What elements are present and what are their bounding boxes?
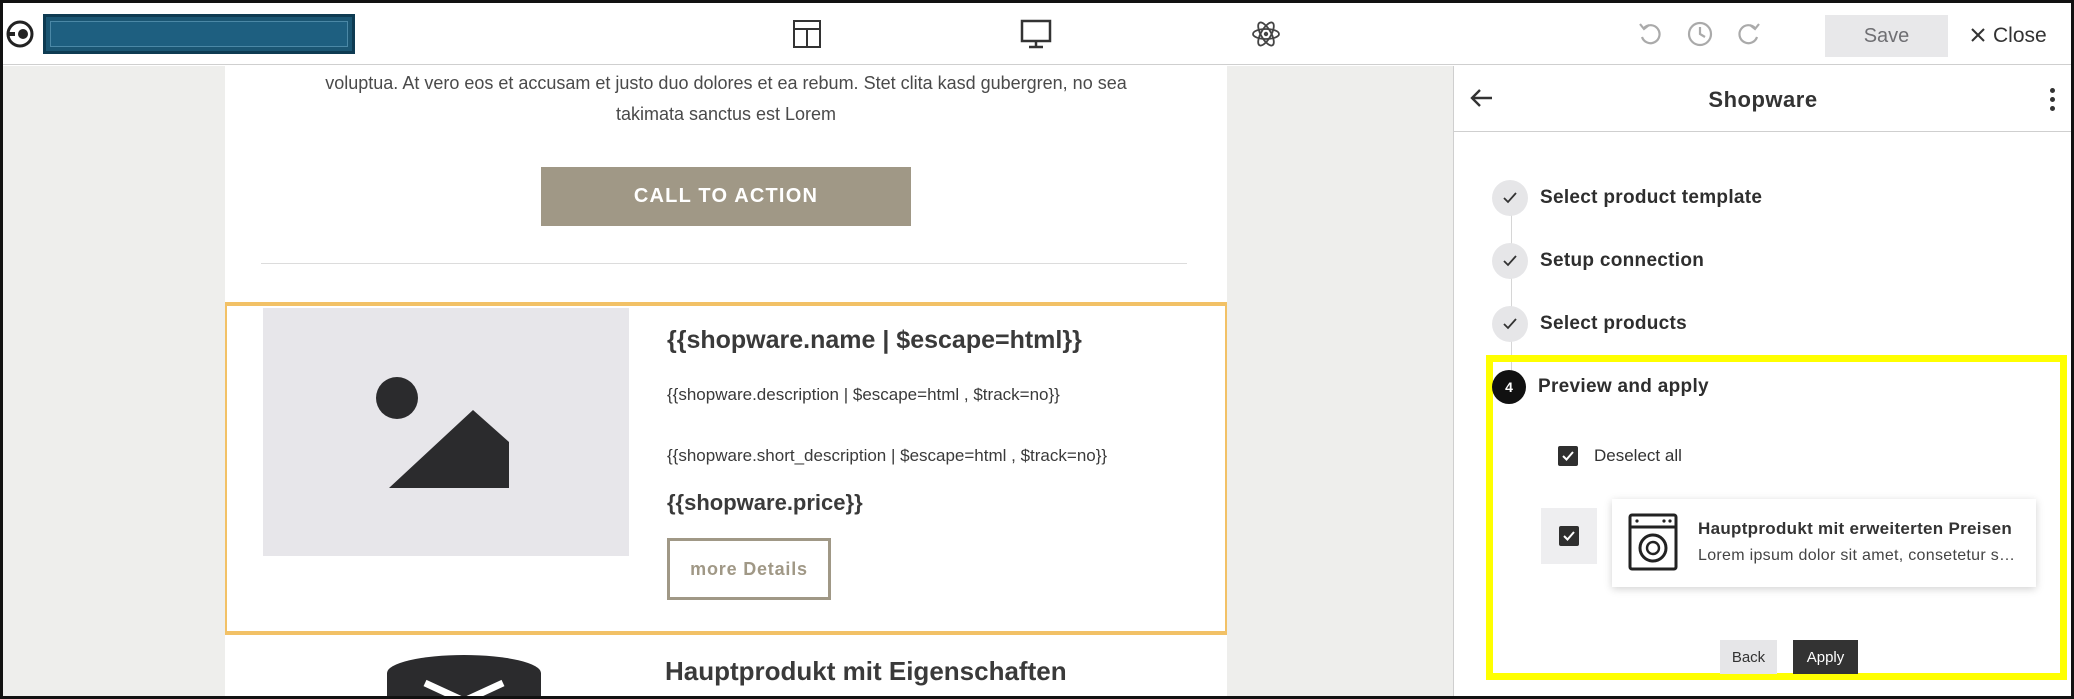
app-logo-icon	[5, 19, 35, 49]
apply-button[interactable]: Apply	[1793, 640, 1858, 674]
step-label: Select products	[1540, 313, 1688, 334]
product-description: {{shopware.description | $escape=html , …	[667, 385, 1060, 404]
intro-line-1: voluptua. At vero eos et accusam et just…	[325, 73, 1127, 93]
checkbox-checked-icon	[1558, 446, 1578, 466]
redo-icon[interactable]	[1734, 19, 1764, 49]
product-price: {{shopware.price}}	[667, 490, 863, 515]
atom-icon[interactable]	[1249, 17, 1283, 51]
save-button[interactable]: Save	[1825, 15, 1948, 57]
next-product-title: Hauptprodukt mit Eigenschaften	[665, 656, 1067, 686]
step-label: Setup connection	[1540, 250, 1705, 271]
more-options-icon[interactable]	[2042, 84, 2062, 114]
intro-line-2: takimata sanctus est Lorem	[615, 104, 837, 124]
step-label: Select product template	[1540, 187, 1763, 208]
step-setup-connection[interactable]: Setup connection	[1492, 242, 1704, 280]
close-button[interactable]: Close	[1971, 19, 2047, 53]
more-details-button[interactable]: more Details	[667, 538, 831, 600]
product-item-card[interactable]: Hauptprodukt mit erweiterten Preisen Lor…	[1612, 499, 2036, 587]
divider	[261, 263, 1187, 264]
step-select-products[interactable]: Select products	[1492, 305, 1687, 343]
product-item-checkbox[interactable]	[1541, 508, 1597, 564]
close-label: Close	[1993, 24, 2047, 47]
history-icon[interactable]	[1685, 19, 1715, 49]
step-label: Preview and apply	[1538, 376, 1709, 397]
deselect-all-label: Deselect all	[1594, 446, 1682, 465]
washing-machine-icon	[1628, 513, 1678, 571]
selected-product-block[interactable]: {{shopware.name | $escape=html}} {{shopw…	[225, 302, 1227, 635]
product-item-description: Lorem ipsum dolor sit amet, consetetur s…	[1698, 547, 2023, 564]
app-window: Save Close voluptua. At vero eos et accu…	[0, 0, 2074, 699]
call-to-action-button[interactable]: CALL TO ACTION	[541, 167, 911, 226]
checkbox-checked-icon	[1559, 526, 1579, 546]
deselect-all-checkbox[interactable]: Deselect all	[1558, 446, 1682, 466]
panel-header: Shopware	[1454, 66, 2071, 132]
top-toolbar: Save Close	[3, 3, 2071, 65]
step-number: 4	[1492, 370, 1526, 404]
undo-icon[interactable]	[1635, 19, 1665, 49]
close-icon	[1971, 24, 1985, 48]
check-icon	[1492, 243, 1528, 279]
desktop-preview-icon[interactable]	[1019, 17, 1053, 51]
shopware-panel: Shopware Select product template Setup c…	[1453, 66, 2071, 696]
layout-icon[interactable]	[790, 17, 824, 51]
panel-title: Shopware	[1708, 87, 1818, 112]
step-select-product-template[interactable]: Select product template	[1492, 179, 1762, 217]
product-item-title: Hauptprodukt mit erweiterten Preisen	[1698, 519, 2013, 538]
step-preview-and-apply[interactable]: 4 Preview and apply	[1492, 368, 1709, 406]
product-short-description: {{shopware.short_description | $escape=h…	[667, 446, 1108, 465]
product-image-icon	[387, 651, 541, 696]
product-title: {{shopware.name | $escape=html}}	[667, 326, 1082, 354]
image-placeholder-icon	[263, 308, 629, 556]
document-name-field[interactable]	[43, 14, 355, 54]
check-icon	[1492, 180, 1528, 216]
intro-text: voluptua. At vero eos et accusam et just…	[265, 68, 1187, 130]
back-button[interactable]: Back	[1720, 640, 1777, 674]
email-preview: voluptua. At vero eos et accusam et just…	[225, 66, 1227, 696]
check-icon	[1492, 306, 1528, 342]
editor-canvas: voluptua. At vero eos et accusam et just…	[3, 66, 1453, 696]
